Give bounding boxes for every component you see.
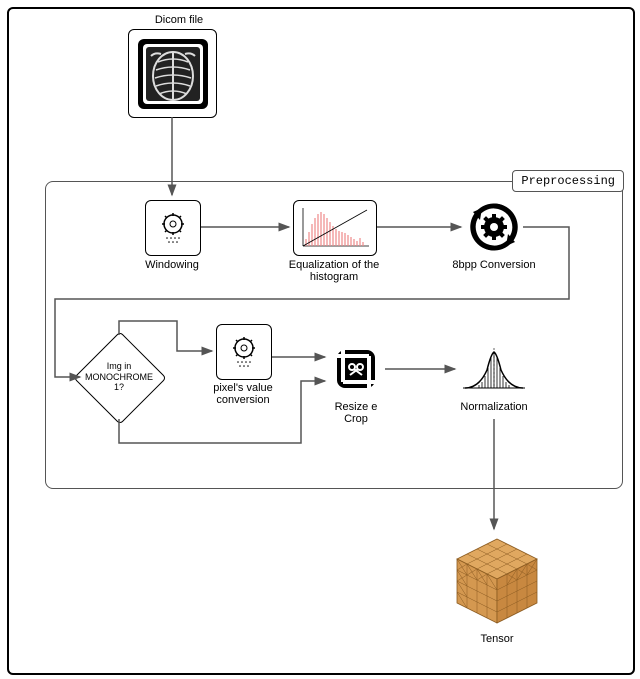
resize-crop-node [329, 342, 383, 396]
normalization-node [459, 342, 529, 396]
pixel-conversion-label: pixel's value conversion [206, 382, 280, 406]
pixel-conversion-node [216, 324, 272, 380]
windowing-label: Windowing [139, 259, 205, 271]
gaussian-icon [459, 342, 529, 396]
tensor-label: Tensor [469, 633, 525, 645]
windowing-node [145, 200, 201, 256]
equalization-node [293, 200, 377, 256]
resize-crop-label: Resize e Crop [329, 401, 383, 425]
tensor-node [449, 533, 545, 629]
normalization-label: Normalization [457, 401, 531, 413]
diagram-frame: Dicom file Preprocessing [7, 7, 635, 675]
preprocessing-label: Preprocessing [512, 170, 624, 192]
histogram-icon [297, 204, 373, 252]
cube-icon [449, 533, 545, 629]
dicom-file-label: Dicom file [139, 14, 219, 26]
xray-icon [133, 34, 213, 114]
gear-cycle-icon [467, 200, 521, 254]
dicom-file-image [128, 29, 217, 118]
equalization-label: Equalization of the histogram [284, 259, 384, 283]
gear-processing-icon-2 [224, 332, 264, 372]
conversion-8bpp-node [467, 200, 521, 254]
gear-processing-icon [153, 208, 193, 248]
crop-icon [329, 342, 383, 396]
monochrome-decision: Img in MONOCHROME 1? [74, 332, 164, 422]
conversion-8bpp-label: 8bpp Conversion [447, 259, 541, 271]
decision-label: Img in MONOCHROME 1? [85, 361, 153, 393]
